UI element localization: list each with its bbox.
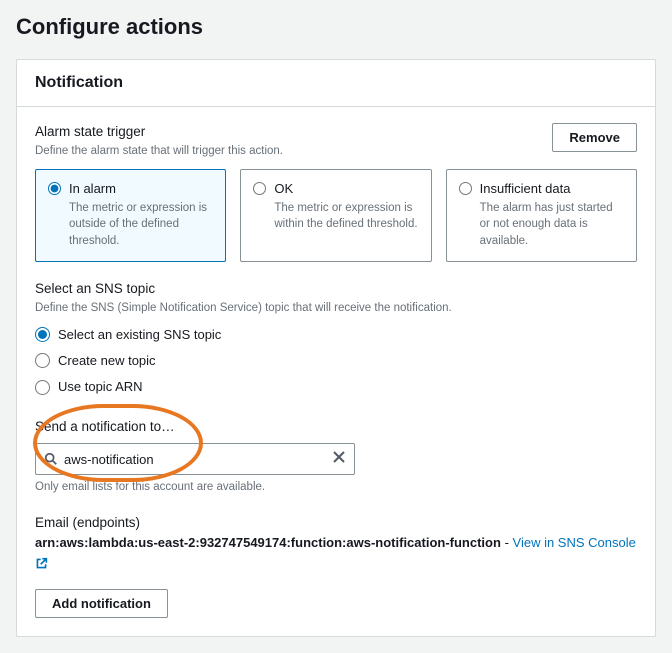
alarm-option-ok[interactable]: OK The metric or expression is within th… (240, 169, 431, 261)
sns-option-create-label: Create new topic (58, 352, 156, 370)
alarm-option-insufficient-title: Insufficient data (480, 180, 624, 198)
panel-body: Alarm state trigger Define the alarm sta… (17, 107, 655, 636)
alarm-option-in-alarm-title: In alarm (69, 180, 213, 198)
alarm-option-in-alarm-desc: The metric or expression is outside of t… (69, 200, 213, 248)
alarm-trigger-options: In alarm The metric or expression is out… (35, 169, 637, 261)
endpoints-arn: arn:aws:lambda:us-east-2:932747549174:fu… (35, 535, 501, 550)
alarm-option-in-alarm-radio[interactable] (48, 182, 61, 195)
alarm-option-ok-desc: The metric or expression is within the d… (274, 200, 418, 232)
sns-option-existing[interactable]: Select an existing SNS topic (35, 322, 637, 348)
alarm-option-ok-title: OK (274, 180, 418, 198)
sns-option-arn-label: Use topic ARN (58, 378, 143, 396)
endpoints-label: Email (endpoints) (35, 514, 637, 533)
sns-option-existing-radio[interactable] (35, 327, 50, 342)
alarm-trigger-header: Alarm state trigger Define the alarm sta… (35, 123, 637, 159)
sns-option-existing-label: Select an existing SNS topic (58, 326, 221, 344)
sns-option-arn-radio[interactable] (35, 380, 50, 395)
sns-option-arn[interactable]: Use topic ARN (35, 374, 637, 400)
external-link-icon (35, 558, 48, 573)
remove-button[interactable]: Remove (552, 123, 637, 152)
alarm-trigger-label: Alarm state trigger (35, 123, 283, 142)
alarm-option-ok-radio[interactable] (253, 182, 266, 195)
sns-option-create-radio[interactable] (35, 353, 50, 368)
alarm-option-insufficient[interactable]: Insufficient data The alarm has just sta… (446, 169, 637, 261)
view-sns-console-link[interactable]: View in SNS Console (513, 535, 636, 550)
page-title: Configure actions (16, 12, 656, 43)
panel-title: Notification (17, 60, 655, 107)
add-notification-button[interactable]: Add notification (35, 589, 168, 618)
send-to-label: Send a notification to… (35, 418, 637, 437)
alarm-option-in-alarm[interactable]: In alarm The metric or expression is out… (35, 169, 226, 261)
send-to-search[interactable] (35, 443, 355, 475)
search-icon (42, 452, 60, 466)
notification-panel: Notification Alarm state trigger Define … (16, 59, 656, 637)
sns-options: Select an existing SNS topic Create new … (35, 322, 637, 401)
send-to-hint: Only email lists for this account are av… (35, 479, 637, 495)
endpoints-value: arn:aws:lambda:us-east-2:932747549174:fu… (35, 534, 637, 574)
alarm-option-insufficient-desc: The alarm has just started or not enough… (480, 200, 624, 248)
clear-icon[interactable] (330, 448, 348, 470)
alarm-option-insufficient-radio[interactable] (459, 182, 472, 195)
sns-option-create[interactable]: Create new topic (35, 348, 637, 374)
send-to-input[interactable] (60, 450, 330, 469)
page-root: Configure actions Notification Alarm sta… (0, 0, 672, 653)
alarm-trigger-help: Define the alarm state that will trigger… (35, 143, 283, 159)
sns-help: Define the SNS (Simple Notification Serv… (35, 300, 637, 316)
sns-label: Select an SNS topic (35, 280, 637, 299)
